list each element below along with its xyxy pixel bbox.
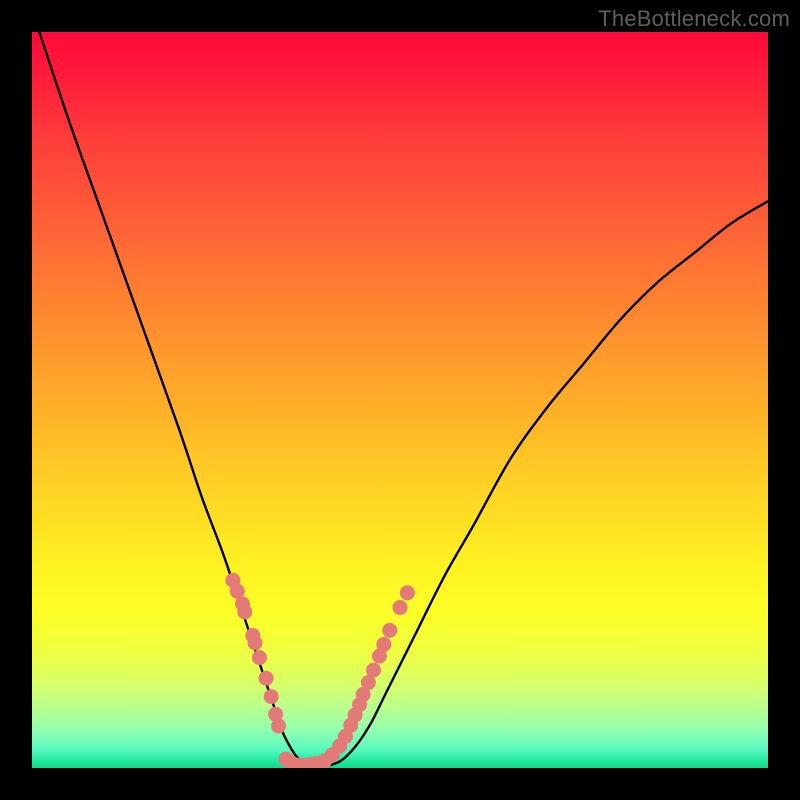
data-dot xyxy=(271,719,286,734)
data-dot xyxy=(382,623,397,638)
plot-area xyxy=(32,32,768,768)
data-dot xyxy=(248,635,263,650)
data-dot xyxy=(237,604,252,619)
data-dot xyxy=(393,600,408,615)
chart-frame: TheBottleneck.com xyxy=(0,0,800,800)
watermark-text: TheBottleneck.com xyxy=(598,6,790,32)
data-dot xyxy=(400,585,415,600)
data-dot xyxy=(264,689,279,704)
data-dot xyxy=(252,650,267,665)
bottleneck-curve-svg xyxy=(32,32,768,768)
data-dot xyxy=(376,637,391,652)
data-dot xyxy=(366,663,381,678)
data-dot xyxy=(259,671,274,686)
bottleneck-curve xyxy=(39,32,768,766)
data-dots-group xyxy=(225,573,414,768)
